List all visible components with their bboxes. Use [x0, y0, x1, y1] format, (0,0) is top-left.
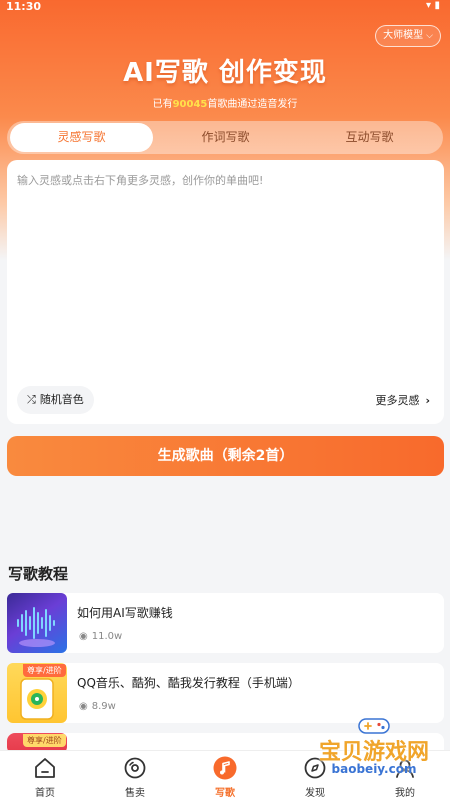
tutorial-view-count: 11.0w [91, 631, 123, 642]
nav-label: 我的 [395, 788, 415, 799]
inspiration-placeholder: 输入灵感或点击右下角更多灵感，创作你的单曲吧! [17, 174, 264, 187]
tutorial-item[interactable]: 尊享/进阶 QQ音乐、酷狗、酷我发行教程（手机端） ◉ 8.9w [7, 663, 444, 723]
bottom-nav: 首页 售卖 写歌 发现 我的 [0, 750, 450, 800]
audio-wave-icon [17, 607, 55, 647]
tutorial-view-count: 8.9w [91, 701, 116, 712]
tab-inspiration[interactable]: 灵感写歌 [10, 123, 153, 152]
music-note-icon [213, 756, 237, 780]
inspiration-input[interactable]: 输入灵感或点击右下角更多灵感，创作你的单曲吧! ⤮ 随机音色 更多灵感 › [7, 160, 444, 424]
tutorial-section-title: 写歌教程 [8, 565, 69, 583]
shuffle-icon: ⤮ [27, 393, 36, 406]
nav-item-sell[interactable]: 售卖 [90, 751, 180, 800]
chevron-down-icon: ⌵ [426, 31, 433, 41]
more-inspiration-label: 更多灵感 [375, 394, 420, 407]
discover-icon [304, 757, 326, 779]
nav-item-profile[interactable]: 我的 [360, 751, 450, 800]
home-icon [35, 758, 55, 778]
release-count-text: 已有90045首歌曲通过造音发行 [0, 95, 450, 110]
eye-icon: ◉ [79, 631, 88, 642]
wifi-icon: ▾ [425, 0, 431, 11]
nav-label: 首页 [35, 788, 55, 799]
mode-tabs: 灵感写歌 作词写歌 互动写歌 [7, 121, 443, 154]
nav-item-discover[interactable]: 发现 [270, 751, 360, 800]
tutorial-thumbnail [7, 593, 67, 653]
eye-icon: ◉ [79, 701, 88, 712]
nav-item-home[interactable]: 首页 [0, 751, 90, 800]
random-voice-label: 随机音色 [39, 393, 84, 406]
release-count-prefix: 已有 [152, 99, 173, 110]
tab-lyrics[interactable]: 作词写歌 [153, 123, 298, 152]
tutorial-thumbnail: 尊享/进阶 [7, 663, 67, 723]
disc-icon [124, 757, 146, 779]
tab-interactive[interactable]: 互动写歌 [298, 123, 441, 152]
nav-item-write[interactable]: 写歌 [180, 751, 270, 800]
tutorial-title: QQ音乐、酷狗、酷我发行教程（手机端） [77, 676, 300, 690]
status-icons: ▾ ▮ [426, 0, 440, 11]
status-bar: 11:30 ▾ ▮ [0, 0, 450, 14]
battery-icon: ▮ [434, 0, 440, 11]
release-count-number: 90045 [172, 99, 208, 110]
chevron-right-icon: › [425, 394, 430, 407]
tutorial-views: ◉ 8.9w [79, 701, 116, 712]
nav-label: 发现 [305, 788, 325, 799]
page-title: AI写歌 创作变现 [123, 58, 327, 88]
more-inspiration-button[interactable]: 更多灵感 › [375, 392, 430, 408]
nav-label: 写歌 [215, 788, 235, 799]
model-select-label: 大师模型 [383, 30, 424, 41]
status-time: 11:30 [6, 0, 42, 13]
profile-icon [396, 759, 414, 778]
generate-song-button[interactable]: 生成歌曲（剩余2首） [7, 436, 444, 476]
tutorial-views: ◉ 11.0w [79, 631, 122, 642]
premium-badge: 尊享/进阶 [23, 664, 66, 677]
tutorial-title: 如何用AI写歌赚钱 [77, 606, 173, 620]
random-voice-button[interactable]: ⤮ 随机音色 [17, 386, 94, 414]
release-count-suffix: 首歌曲通过造音发行 [207, 99, 298, 110]
nav-label: 售卖 [125, 788, 145, 799]
premium-badge: 尊享/进阶 [23, 734, 66, 747]
tutorial-item[interactable]: 如何用AI写歌赚钱 ◉ 11.0w [7, 593, 444, 653]
model-select-button[interactable]: 大师模型 ⌵ [375, 25, 441, 47]
